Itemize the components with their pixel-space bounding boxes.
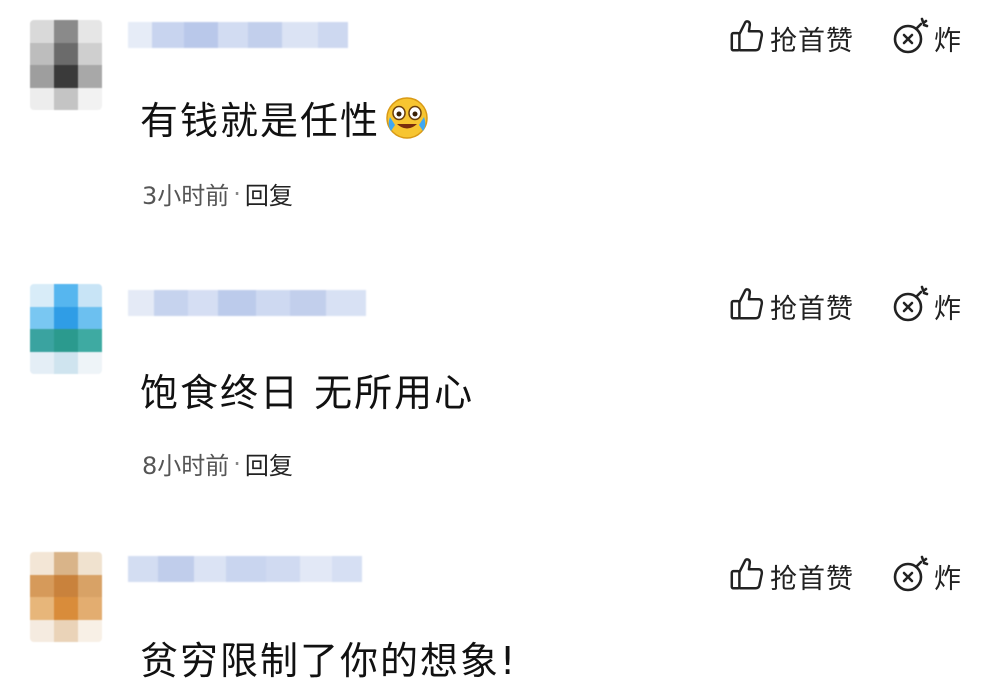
reply-button[interactable]: 回复 xyxy=(245,446,293,481)
username-blurred[interactable] xyxy=(128,556,362,582)
bomb-icon xyxy=(890,16,930,60)
comment-text-body: 贫穷限制了你的想象! xyxy=(140,639,518,683)
comment-meta: 8小时前 · 回复 xyxy=(142,446,293,481)
avatar[interactable] xyxy=(30,552,102,642)
comment-text: 饱食终日 无所用心 xyxy=(140,362,474,417)
thumbs-up-icon xyxy=(728,555,766,597)
bomb-label: 炸 xyxy=(934,563,962,595)
comment-text-body: 有钱就是任性 xyxy=(140,99,381,143)
meta-separator: · xyxy=(233,449,241,478)
comment-timestamp: 3小时前 xyxy=(142,182,230,210)
like-button[interactable]: 抢首赞 xyxy=(728,17,854,59)
comment-actions: 抢首赞 炸 xyxy=(728,16,962,60)
like-button[interactable]: 抢首赞 xyxy=(728,285,854,327)
comment-meta: 3小时前 · 回复 xyxy=(142,176,293,211)
thumbs-up-icon xyxy=(728,285,766,327)
bomb-label: 炸 xyxy=(934,293,962,325)
username-blurred[interactable] xyxy=(128,290,366,316)
like-label: 抢首赞 xyxy=(770,293,854,325)
bomb-icon xyxy=(890,284,930,328)
avatar[interactable] xyxy=(30,284,102,374)
like-button[interactable]: 抢首赞 xyxy=(728,555,854,597)
comment-text-body: 饱食终日 无所用心 xyxy=(140,371,475,415)
bomb-button[interactable]: 炸 xyxy=(890,16,962,60)
bomb-icon xyxy=(890,554,930,598)
thumbs-up-icon xyxy=(728,17,766,59)
comment-text: 贫穷限制了你的想象! xyxy=(140,630,517,685)
comment-actions: 抢首赞 炸 xyxy=(728,284,962,328)
bomb-label: 炸 xyxy=(934,25,962,57)
username-blurred[interactable] xyxy=(128,22,348,48)
comment-actions: 抢首赞 炸 xyxy=(728,554,962,598)
bomb-button[interactable]: 炸 xyxy=(890,284,962,328)
crying-laughing-emoji-icon xyxy=(384,95,430,141)
like-label: 抢首赞 xyxy=(770,25,854,57)
avatar[interactable] xyxy=(30,20,102,110)
reply-button[interactable]: 回复 xyxy=(245,176,293,211)
comment-text: 有钱就是任性 xyxy=(140,90,430,145)
bomb-button[interactable]: 炸 xyxy=(890,554,962,598)
comment-timestamp: 8小时前 xyxy=(142,452,230,480)
like-label: 抢首赞 xyxy=(770,563,854,595)
meta-separator: · xyxy=(233,179,241,208)
